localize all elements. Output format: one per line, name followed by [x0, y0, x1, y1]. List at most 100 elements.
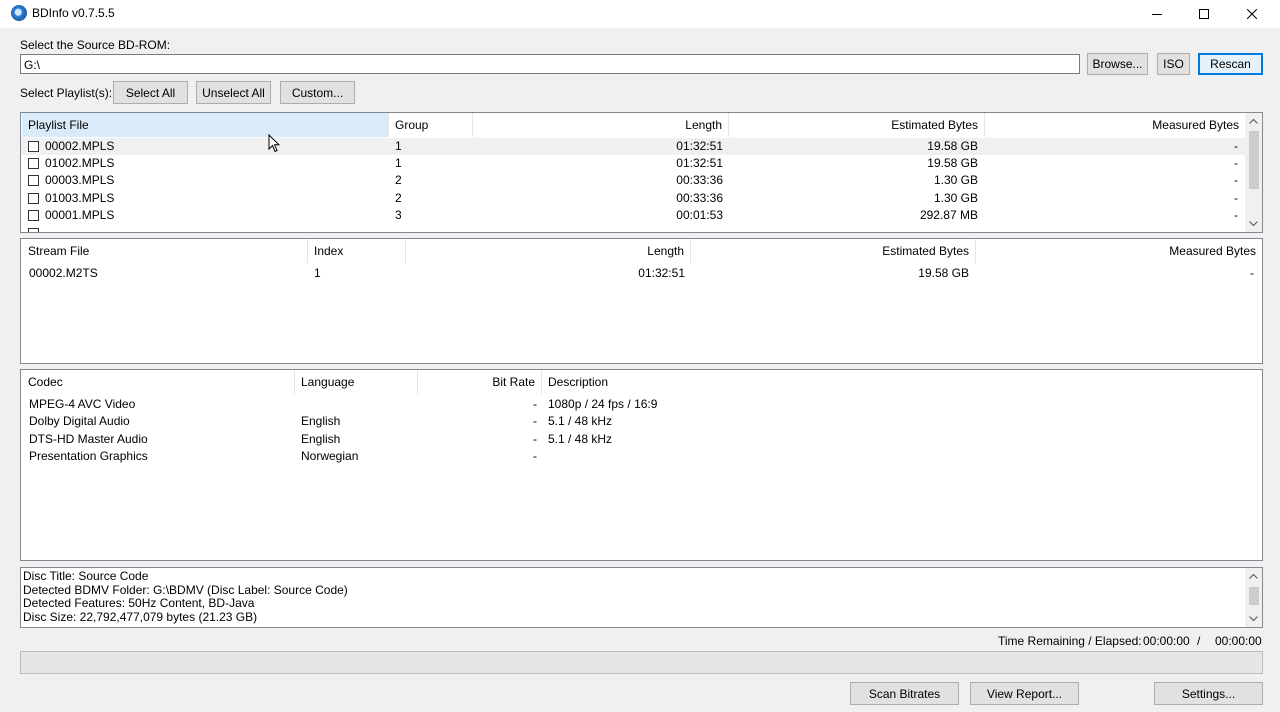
column-header-codec[interactable]: Codec [22, 370, 295, 394]
browse-button[interactable]: Browse... [1087, 53, 1148, 75]
playlist-file: 00003.MPLS [45, 173, 115, 187]
scroll-up-arrow-icon[interactable] [1245, 568, 1262, 585]
codec-language: English [301, 414, 341, 428]
disc-info-line: Disc Title: Source Code [23, 569, 149, 583]
playlist-length: 00:33:36 [676, 173, 723, 187]
time-elapsed: 00:00:00 [1215, 634, 1262, 648]
time-remaining: 00:00:00 [1143, 634, 1190, 648]
codec-list[interactable]: Codec Language Bit Rate Description MPEG… [20, 369, 1263, 561]
playlist-measured-bytes: - [1234, 156, 1238, 170]
codec-description: 5.1 / 48 kHz [548, 432, 613, 446]
playlist-length: 01:32:51 [676, 156, 723, 170]
playlist-checkbox[interactable] [28, 228, 39, 232]
scroll-up-arrow-icon[interactable] [1245, 113, 1262, 130]
settings-button[interactable]: Settings... [1154, 682, 1263, 705]
scrollbar-thumb[interactable] [1249, 587, 1259, 605]
codec-bit-rate: - [533, 414, 537, 428]
playlist-checkbox[interactable] [28, 210, 39, 221]
stream-length: 01:32:51 [638, 266, 685, 280]
stream-file: 00002.M2TS [29, 266, 98, 280]
playlist-checkbox[interactable] [28, 175, 39, 186]
column-header-language[interactable]: Language [295, 370, 418, 394]
unselect-all-button[interactable]: Unselect All [196, 81, 271, 104]
playlist-length: 00:01:53 [676, 208, 723, 222]
playlist-group: 3 [395, 208, 402, 222]
codec-name: Presentation Graphics [29, 449, 148, 463]
table-row[interactable] [21, 431, 1262, 448]
playlist-estimated-bytes: 19.58 GB [927, 139, 978, 153]
codec-bit-rate: - [533, 449, 537, 463]
minimize-button[interactable] [1134, 0, 1180, 28]
column-header-estimated-bytes[interactable]: Estimated Bytes [691, 239, 976, 263]
codec-bit-rate: - [533, 432, 537, 446]
scan-bitrates-button[interactable]: Scan Bitrates [850, 682, 959, 705]
rescan-button[interactable]: Rescan [1198, 53, 1263, 75]
playlist-measured-bytes: - [1234, 139, 1238, 153]
scroll-down-arrow-icon[interactable] [1245, 610, 1262, 627]
codec-language: English [301, 432, 341, 446]
select-all-button[interactable]: Select All [113, 81, 188, 104]
column-header-description[interactable]: Description [542, 370, 1262, 394]
playlist-group: 1 [395, 139, 402, 153]
bdinfo-app-icon [11, 5, 27, 21]
playlist-estimated-bytes: 1.30 GB [933, 191, 978, 205]
playlist-group: 1 [395, 156, 402, 170]
select-playlists-label: Select Playlist(s): [20, 86, 113, 100]
scrollbar-thumb[interactable] [1249, 131, 1259, 189]
column-header-bit-rate[interactable]: Bit Rate [418, 370, 542, 394]
playlist-checkbox[interactable] [28, 158, 39, 169]
playlist-estimated-bytes: 1.30 GB [933, 173, 978, 187]
disc-info-line: Detected BDMV Folder: G:\BDMV (Disc Labe… [23, 582, 348, 597]
disc-info-line: Disc Size: 22,792,477,079 bytes (21.23 G… [23, 609, 258, 624]
scroll-down-arrow-icon[interactable] [1245, 215, 1262, 232]
close-icon [1247, 9, 1257, 19]
scan-progress-bar [20, 651, 1263, 674]
playlist-checkbox[interactable] [28, 193, 39, 204]
stream-index: 1 [314, 266, 321, 280]
time-label: Time Remaining / Elapsed: [998, 634, 1142, 648]
codec-language: Norwegian [301, 449, 359, 463]
playlist-measured-bytes: - [1234, 173, 1238, 187]
maximize-button[interactable] [1181, 0, 1227, 28]
source-path-input[interactable]: G:\ [20, 54, 1080, 74]
view-report-button[interactable]: View Report... [970, 682, 1079, 705]
maximize-icon [1199, 9, 1209, 19]
playlist-checkbox[interactable] [28, 141, 39, 152]
disc-info-textbox[interactable]: Disc Title: Source Code Detected BDMV Fo… [20, 567, 1263, 628]
column-header-group[interactable]: Group [389, 113, 473, 137]
playlist-group: 2 [395, 191, 402, 205]
codec-description: 1080p / 24 fps / 16:9 [548, 397, 658, 411]
playlist-file: 01003.MPLS [45, 191, 115, 205]
info-scrollbar[interactable] [1245, 568, 1262, 627]
column-header-stream-file[interactable]: Stream File [22, 239, 308, 263]
playlist-scrollbar[interactable] [1245, 113, 1262, 232]
column-header-measured-bytes[interactable]: Measured Bytes [976, 239, 1262, 263]
playlist-estimated-bytes: 292.87 MB [919, 208, 978, 222]
playlist-estimated-bytes: 19.58 GB [927, 156, 978, 170]
column-header-length[interactable]: Length [473, 113, 729, 137]
iso-button[interactable]: ISO [1157, 53, 1190, 75]
playlist-list[interactable]: Playlist File Group Length Estimated Byt… [20, 112, 1263, 233]
playlist-measured-bytes: - [1234, 208, 1238, 222]
close-button[interactable] [1229, 0, 1275, 28]
table-row[interactable] [21, 448, 1262, 465]
codec-bit-rate: - [533, 397, 537, 411]
playlist-length: 00:33:36 [676, 191, 723, 205]
window-title: BDInfo v0.7.5.5 [32, 6, 115, 20]
column-header-length[interactable]: Length [406, 239, 691, 263]
minimize-icon [1152, 14, 1162, 15]
column-header-playlist-file[interactable]: Playlist File [22, 113, 389, 137]
playlist-file: 00001.MPLS [45, 208, 115, 222]
column-header-estimated-bytes[interactable]: Estimated Bytes [729, 113, 985, 137]
custom-button[interactable]: Custom... [280, 81, 355, 104]
playlist-file: 00002.MPLS [45, 139, 115, 153]
playlist-length: 01:32:51 [676, 139, 723, 153]
stream-list[interactable]: Stream File Index Length Estimated Bytes… [20, 238, 1263, 364]
playlist-group: 2 [395, 173, 402, 187]
codec-description: 5.1 / 48 kHz [548, 414, 613, 428]
column-header-index[interactable]: Index [308, 239, 406, 263]
disc-info-line: Detected Features: 50Hz Content, BD-Java [23, 596, 255, 610]
table-row[interactable] [21, 413, 1262, 430]
stream-measured-bytes: - [1250, 266, 1254, 280]
column-header-measured-bytes[interactable]: Measured Bytes [985, 113, 1245, 137]
